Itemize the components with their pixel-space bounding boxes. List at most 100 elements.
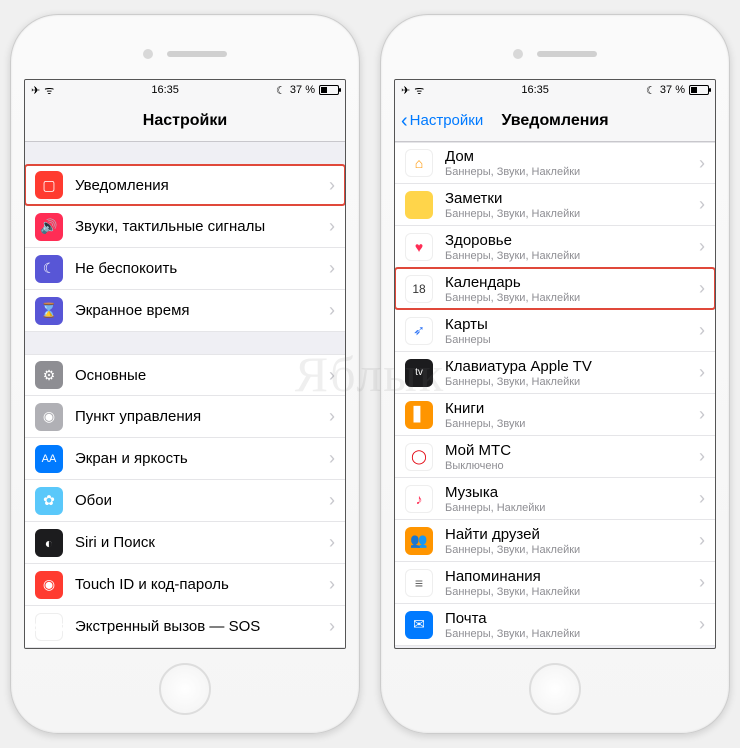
appletv-icon: tv [405,359,433,387]
list-item[interactable]: ▋КнигиБаннеры, Звуки› [395,394,715,436]
nav-bar-notifications: ‹ Настройки Уведомления [395,100,715,142]
row-label: Не беспокоить [75,260,329,277]
row-label: Мой МТС [445,442,699,459]
list-item[interactable]: ♪МузыкаБаннеры, Наклейки› [395,478,715,520]
row-label: Клавиатура Apple TV [445,358,699,375]
phone-hardware-top [143,29,227,79]
row-label: Звуки, тактильные сигналы [75,218,329,235]
general-icon: ⚙ [35,361,63,389]
chevron-left-icon: ‹ [401,111,408,131]
row-subtitle: Баннеры, Звуки, Наклейки [445,208,699,220]
control-center-icon: ◉ [35,403,63,431]
music-app-icon: ♪ [405,485,433,513]
list-item[interactable]: ≡НапоминанияБаннеры, Звуки, Наклейки› [395,562,715,604]
screen-right: ✈ ᯤ 16:35 ☾ 37 % ‹ Настройки Уведомления… [394,79,716,649]
sounds-icon: 🔊 [35,213,63,241]
row-label: Основные [75,367,329,384]
settings-list[interactable]: ▢Уведомления›🔊Звуки, тактильные сигналы›… [25,142,345,648]
moon-icon: ☾ [646,84,656,97]
row-label: Обои [75,492,329,509]
list-item[interactable]: ⌛Экранное время› [25,290,345,332]
row-subtitle: Баннеры, Звуки, Наклейки [445,544,699,556]
list-item[interactable]: ◯Мой МТСВыключено› [395,436,715,478]
row-label: Экранное время [75,302,329,319]
list-item[interactable]: ♥ЗдоровьеБаннеры, Звуки, Наклейки› [395,226,715,268]
chevron-right-icon: › [329,448,335,469]
chevron-right-icon: › [329,490,335,511]
chevron-right-icon: › [329,216,335,237]
row-subtitle: Баннеры, Наклейки [445,502,699,514]
list-item[interactable]: ◉Пункт управления› [25,396,345,438]
home-button[interactable] [529,663,581,715]
wifi-icon: ᯤ [414,83,424,98]
siri-icon: ◐ [35,529,63,557]
row-label: Книги [445,400,699,417]
chevron-right-icon: › [329,365,335,386]
list-item[interactable]: ⌂ДомБаннеры, Звуки, Наклейки› [395,142,715,184]
screen-left: ✈ ᯤ 16:35 ☾ 37 % Настройки ▢Уведомления›… [24,79,346,649]
row-subtitle: Баннеры, Звуки, Наклейки [445,250,699,262]
row-subtitle: Выключено [445,460,699,472]
row-subtitle: Баннеры, Звуки, Наклейки [445,586,699,598]
status-bar: ✈ ᯤ 16:35 ☾ 37 % [395,80,715,100]
phone-left: ✈ ᯤ 16:35 ☾ 37 % Настройки ▢Уведомления›… [10,14,360,734]
battery-icon [319,85,339,95]
chevron-right-icon: › [699,446,705,467]
row-label: Музыка [445,484,699,501]
row-label: Touch ID и код-пароль [75,576,329,593]
chevron-right-icon: › [699,153,705,174]
page-title: Уведомления [501,112,608,130]
list-item[interactable]: SOSЭкстренный вызов — SOS› [25,606,345,648]
list-item[interactable]: ◐Siri и Поиск› [25,522,345,564]
home-app-icon: ⌂ [405,149,433,177]
chevron-right-icon: › [699,530,705,551]
list-item[interactable]: 18КалендарьБаннеры, Звуки, Наклейки› [395,268,715,310]
battery-percent: 37 % [290,84,315,96]
status-time: 16:35 [151,84,179,96]
phone-right: ✈ ᯤ 16:35 ☾ 37 % ‹ Настройки Уведомления… [380,14,730,734]
chevron-right-icon: › [329,258,335,279]
wallpaper-icon: ✿ [35,487,63,515]
list-item[interactable]: tvКлавиатура Apple TVБаннеры, Звуки, Нак… [395,352,715,394]
list-item[interactable]: ЗаметкиБаннеры, Звуки, Наклейки› [395,184,715,226]
status-time: 16:35 [521,84,549,96]
row-subtitle: Баннеры, Звуки, Наклейки [445,292,699,304]
row-label: Экстренный вызов — SOS [75,618,329,635]
home-button[interactable] [159,663,211,715]
row-label: Заметки [445,190,699,207]
list-item[interactable]: ➶КартыБаннеры› [395,310,715,352]
row-label: Карты [445,316,699,333]
list-item[interactable]: AA Экран и яркость› [25,438,345,480]
list-item[interactable]: 👥Найти друзейБаннеры, Звуки, Наклейки› [395,520,715,562]
list-item[interactable]: ◉Touch ID и код-пароль› [25,564,345,606]
row-label: Уведомления [75,177,329,194]
airplane-icon: ✈ [401,84,410,97]
list-item[interactable]: 🔊 Звуки, тактильные сигналы› [25,206,345,248]
chevron-right-icon: › [699,194,705,215]
back-label: Настройки [410,112,484,129]
display-icon: AA [35,445,63,473]
chevron-right-icon: › [699,404,705,425]
wifi-icon: ᯤ [44,83,54,98]
back-button[interactable]: ‹ Настройки [401,111,483,131]
list-item[interactable]: ✿ Обои› [25,480,345,522]
row-label: Экран и яркость [75,450,329,467]
list-item[interactable]: ⚙ Основные› [25,354,345,396]
nav-bar-settings: Настройки [25,100,345,142]
row-subtitle: Баннеры, Звуки, Наклейки [445,628,699,640]
row-label: Почта [445,610,699,627]
list-item[interactable]: ▢Уведомления› [25,164,345,206]
notifications-app-list[interactable]: ⌂ДомБаннеры, Звуки, Наклейки›ЗаметкиБанн… [395,142,715,648]
battery-icon [689,85,709,95]
chevron-right-icon: › [699,614,705,635]
list-item[interactable]: ✉ПочтаБаннеры, Звуки, Наклейки› [395,604,715,646]
airplane-icon: ✈ [31,84,40,97]
row-subtitle: Баннеры, Звуки [445,418,699,430]
touchid-icon: ◉ [35,571,63,599]
row-label: Напоминания [445,568,699,585]
screentime-icon: ⌛ [35,297,63,325]
dnd-icon: ☾ [35,255,63,283]
list-item[interactable]: ☾ Не беспокоить› [25,248,345,290]
chevron-right-icon: › [699,572,705,593]
chevron-right-icon: › [699,362,705,383]
